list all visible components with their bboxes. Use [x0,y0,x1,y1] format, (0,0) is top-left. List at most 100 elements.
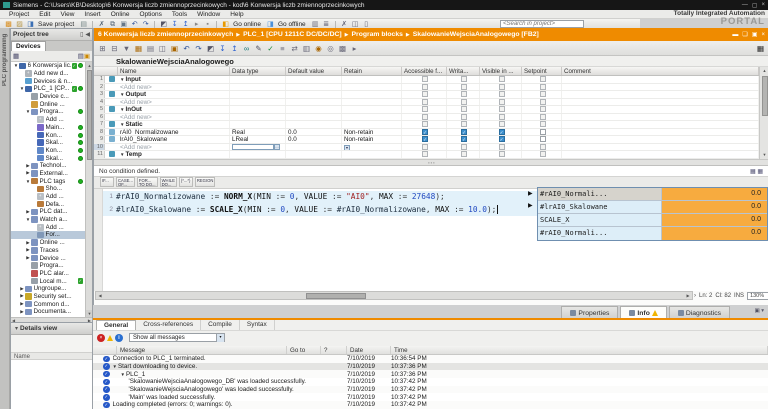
column-header-icon[interactable] [93,346,117,354]
scroll-up-icon[interactable]: ▲ [760,67,768,75]
checkbox[interactable] [539,143,546,150]
tree-item[interactable]: Local m... ✓ [11,277,92,285]
checkbox-cell[interactable] [522,143,562,150]
checkbox[interactable] [461,113,467,120]
tree-item[interactable]: Skal... [11,139,92,147]
default-value-cell[interactable] [286,106,342,113]
name-cell[interactable]: <Add new> [118,98,230,105]
checkbox-cell[interactable] [480,98,522,105]
retain-cell[interactable] [342,113,402,120]
checkbox-cell[interactable] [522,91,562,98]
tree-item[interactable]: Main... [11,124,92,132]
checkbox[interactable] [498,113,505,120]
tab-diagnostics[interactable]: Diagnostics [668,306,730,318]
checkbox[interactable] [422,76,428,83]
default-value-cell[interactable] [286,83,342,90]
checkbox-cell[interactable] [522,136,562,143]
network-icon[interactable]: ≡ [278,44,287,53]
name-cell[interactable]: <Add new> [118,83,230,90]
column-header-Comment[interactable]: Comment [562,67,759,75]
auto-collapse-icon[interactable]: ▯ [80,31,83,38]
column-header-Default value[interactable]: Default value [286,67,342,75]
interface-row[interactable]: 1 ▼Input [94,76,759,84]
interface-row[interactable]: 10 <Add new> … ▼ [94,143,759,151]
checkbox[interactable] [498,91,505,98]
default-value-cell[interactable] [286,76,342,83]
default-value-cell[interactable]: 0.0 [286,128,342,135]
watch-row[interactable]: #rAI0_Normali... 0.0 [538,227,767,240]
checkbox-cell[interactable] [480,83,522,90]
copy-snapshot-icon[interactable]: ◫ [158,44,167,53]
comment-cell[interactable] [562,76,759,83]
retain-cell[interactable] [342,121,402,128]
checkbox-checked[interactable]: ✓ [422,128,428,135]
checkbox-cell[interactable] [447,121,480,128]
checkbox[interactable] [539,136,546,143]
column-header-Go to[interactable]: Go to [287,346,321,354]
interface-row[interactable]: 5 ▼InOut [94,106,759,114]
go-online-icon-label[interactable]: Go online [233,21,261,28]
insert-row-icon[interactable]: ⊞ [98,44,107,53]
tab-general[interactable]: General [96,320,137,330]
comment-cell[interactable] [562,151,759,158]
breadcrumb-item[interactable]: PLC_1 [CPU 1211C DC/DC/DC] [243,31,342,38]
retain-cell[interactable]: ▼ [342,143,402,150]
checkbox-cell[interactable] [522,151,562,158]
column-header-Time[interactable]: Time [391,346,768,354]
checkbox[interactable] [498,121,505,128]
checkbox-cell[interactable] [480,106,522,113]
comment-cell[interactable] [562,121,759,128]
default-value-cell[interactable] [286,151,342,158]
errors-filter-icon[interactable]: × [97,333,105,342]
save-project-icon-label[interactable]: Save project [38,21,74,28]
checkbox[interactable] [461,91,467,98]
snippet-button[interactable]: IF... [100,177,114,187]
expand-statements-icon[interactable]: ▦ ▦ [750,168,763,175]
comment-cell[interactable] [562,98,759,105]
checkbox-checked[interactable]: ✓ [461,128,467,135]
tree-item[interactable]: + Add ... [11,116,92,124]
checkbox-cell[interactable] [447,151,480,158]
checkbox[interactable] [539,98,546,105]
breadcrumb-item[interactable]: Program blocks [352,31,403,38]
load-values-icon[interactable]: ▣ [170,44,179,53]
column-header-Writa...[interactable]: Writa... [447,67,480,75]
data-type-cell[interactable]: … [230,143,286,150]
checkbox-cell[interactable] [447,98,480,105]
name-cell[interactable]: <Add new> [118,143,230,150]
checkbox[interactable] [422,83,428,90]
column-header-Name[interactable]: Name [118,67,230,75]
menu-edit[interactable]: Edit [34,11,55,18]
menu-window[interactable]: Window [192,11,225,18]
go-offline-icon-label[interactable]: Go offline [278,21,306,28]
modify-icon[interactable]: ✎ [254,44,263,53]
tree-item[interactable]: ▶ Online ... [11,239,92,247]
maximize-icon[interactable]: ▢ [752,2,758,9]
checkbox[interactable] [461,83,467,90]
data-type-cell[interactable] [230,91,286,98]
comment-cell[interactable] [562,106,759,113]
checkbox[interactable] [461,98,467,105]
watch-row[interactable]: #lrAI0_Skalowane 0.0 [538,201,767,214]
checkbox-cell[interactable] [402,143,447,150]
data-type-combo[interactable]: … [232,144,280,150]
checkbox[interactable] [422,151,428,158]
name-cell[interactable]: ▼InOut [118,106,230,113]
name-cell[interactable]: lrAI0_Skalowane [118,136,230,143]
expander-icon[interactable]: ▼ [120,107,124,112]
editor-close-icon[interactable]: × [761,32,765,38]
checkbox-cell[interactable] [480,113,522,120]
checkbox-cell[interactable] [402,76,447,83]
tab-devices[interactable]: Devices [11,41,46,51]
retain-cell[interactable] [342,106,402,113]
tree-item[interactable]: ▶ Device ... [11,254,92,262]
checkbox-cell[interactable] [522,113,562,120]
tree-item[interactable]: ▶ Common d... [11,300,92,308]
add-row-icon[interactable]: ⊟ [110,44,119,53]
name-cell[interactable]: ▼Output [118,91,230,98]
checkbox-cell[interactable] [522,121,562,128]
chevron-down-icon[interactable]: ▼ [344,144,350,150]
default-value-cell[interactable]: 0.0 [286,136,342,143]
retain-cell[interactable] [342,83,402,90]
menu-online[interactable]: Online [106,11,135,18]
